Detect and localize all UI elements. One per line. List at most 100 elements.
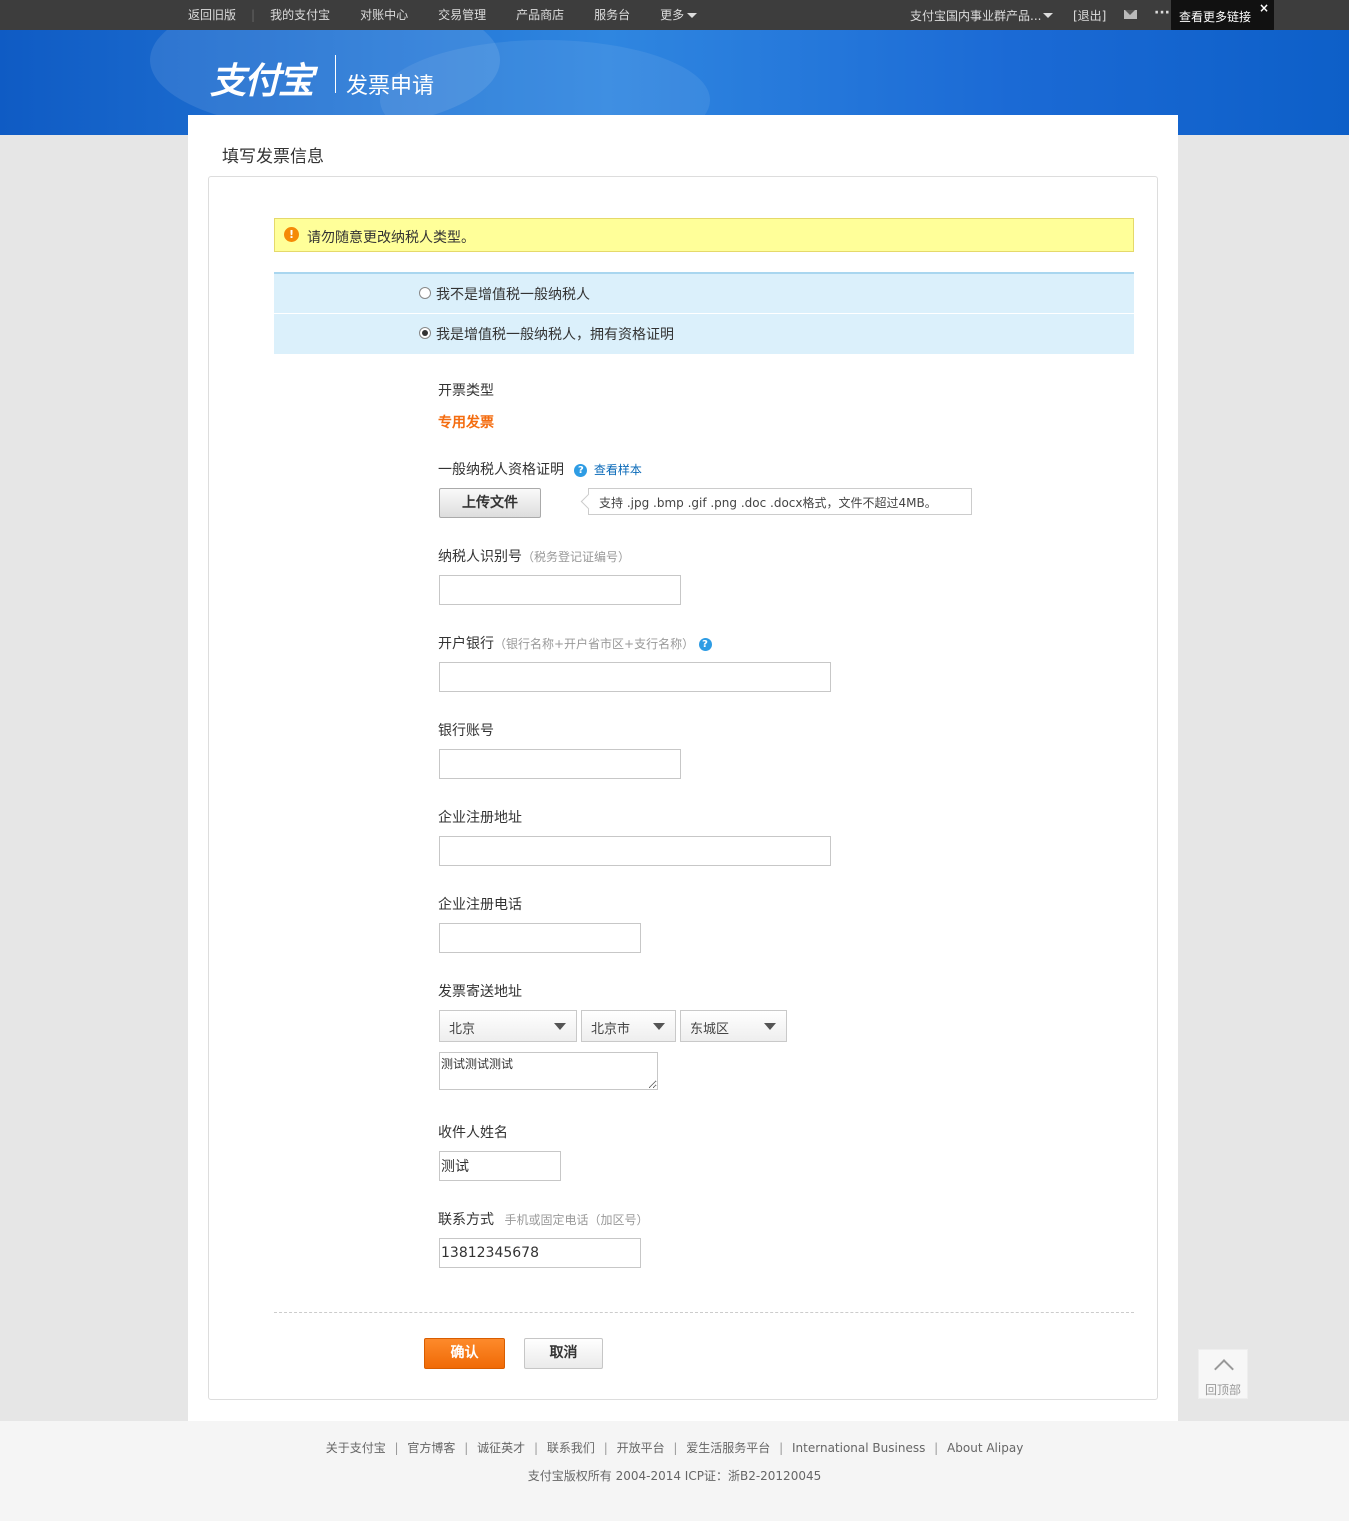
more-links-tooltip: 查看更多链接 × [1171, 0, 1274, 32]
taxpayer-id-hint: （税务登记证编号） [522, 550, 631, 564]
top-nav-bar: 返回旧版 | 我的支付宝 对账中心 交易管理 产品商店 服务台 更多 支付宝国内… [0, 0, 1349, 32]
nav-product-store[interactable]: 产品商店 [501, 0, 579, 30]
footer-link[interactable]: 联系我们 [547, 1441, 595, 1455]
nav-more[interactable]: 更多 [645, 0, 712, 30]
province-value: 北京 [449, 1022, 476, 1037]
district-select[interactable]: 东城区 [680, 1010, 787, 1042]
contact-hint: 手机或固定电话（加区号） [504, 1213, 649, 1227]
upload-tip-text: 支持 .jpg .bmp .gif .png .doc .docx格式，文件不超… [599, 496, 937, 510]
city-select[interactable]: 北京市 [581, 1010, 676, 1042]
alipay-logo[interactable]: 支付宝 [210, 52, 314, 104]
recipient-input[interactable] [439, 1151, 561, 1181]
account-input[interactable] [439, 749, 681, 779]
footer-links: 关于支付宝 | 官方博客 | 诚征英才 | 联系我们 | 开放平台 | 爱生活服… [0, 1439, 1349, 1456]
bank-input[interactable] [439, 662, 831, 692]
bank-label-row: 开户银行（银行名称+开户省市区+支行名称） ? [438, 633, 712, 653]
logout-link[interactable]: [退出] [1073, 0, 1106, 30]
nav-my-alipay[interactable]: 我的支付宝 [255, 0, 345, 30]
nav-old-version[interactable]: 返回旧版 [188, 0, 251, 30]
footer-divider: | [673, 1441, 678, 1455]
nav-transactions[interactable]: 交易管理 [423, 0, 501, 30]
top-nav: 返回旧版 | 我的支付宝 对账中心 交易管理 产品商店 服务台 更多 [188, 0, 712, 30]
dots-icon[interactable]: ··· [1154, 6, 1170, 20]
taxpayer-id-label-row: 纳税人识别号（税务登记证编号） [438, 546, 630, 566]
page-title: 填写发票信息 [222, 147, 324, 167]
contact-label: 联系方式 [438, 1212, 494, 1228]
footer-link[interactable]: 开放平台 [617, 1441, 665, 1455]
upload-file-button[interactable]: 上传文件 [439, 488, 541, 518]
footer-link[interactable]: About Alipay [947, 1441, 1023, 1455]
tooltip-text: 查看更多链接 [1179, 10, 1252, 24]
footer-divider: | [533, 1441, 539, 1455]
account-menu[interactable]: 支付宝国内事业群产品... [910, 0, 1054, 30]
footer-divider: | [934, 1441, 939, 1455]
footer-divider: | [603, 1441, 608, 1455]
footer-divider: | [779, 1441, 784, 1455]
mail-address-label: 发票寄送地址 [438, 984, 522, 1000]
reg-phone-input[interactable] [439, 923, 641, 953]
chevron-down-icon [653, 1023, 665, 1030]
bank-hint: （银行名称+开户省市区+支行名称） [494, 637, 695, 651]
chevron-down-icon [1043, 12, 1054, 18]
certificate-label: 一般纳税人资格证明 [438, 462, 564, 478]
footer-divider: | [464, 1441, 469, 1455]
account-label: 银行账号 [438, 723, 494, 739]
city-value: 北京市 [591, 1022, 631, 1037]
footer-link[interactable]: 爱生活服务平台 [686, 1441, 770, 1455]
logout-label[interactable]: [退出] [1073, 7, 1106, 24]
copyright: 支付宝版权所有 2004-2014 ICP证：浙B2-20120045 [527, 1469, 822, 1483]
radio-checked[interactable] [419, 327, 431, 339]
taxpayer-option-general-no[interactable]: 我不是增值税一般纳税人 [274, 274, 1134, 312]
chevron-up-icon [1214, 1359, 1234, 1379]
reg-phone-label: 企业注册电话 [438, 897, 522, 913]
warning-notice: ! 请勿随意更改纳税人类型。 [274, 218, 1134, 252]
mail-icon[interactable] [1124, 10, 1137, 19]
certificate-row: 一般纳税人资格证明 ? 查看样本 [438, 459, 642, 479]
account-name[interactable]: 支付宝国内事业群产品... [910, 7, 1041, 24]
close-icon[interactable]: × [1259, 1, 1269, 15]
chevron-down-icon [764, 1023, 776, 1030]
confirm-button[interactable]: 确认 [424, 1338, 505, 1369]
footer: 关于支付宝 | 官方博客 | 诚征英才 | 联系我们 | 开放平台 | 爱生活服… [0, 1421, 1349, 1521]
nav-reconciliation[interactable]: 对账中心 [345, 0, 423, 30]
address-detail-textarea[interactable]: 测试测试测试 [439, 1052, 658, 1090]
chevron-down-icon [554, 1023, 566, 1030]
recipient-label: 收件人姓名 [438, 1125, 508, 1141]
back-to-top-label: 回顶部 [1205, 1383, 1242, 1397]
help-icon[interactable]: ? [698, 637, 712, 651]
taxpayer-id-label: 纳税人识别号 [438, 549, 522, 565]
district-value: 东城区 [690, 1022, 730, 1037]
taxpayer-id-input[interactable] [439, 575, 681, 605]
main-card: 填写发票信息 ! 请勿随意更改纳税人类型。 我不是增值税一般纳税人 我是增值税一… [188, 115, 1178, 1421]
footer-divider: | [394, 1441, 399, 1455]
invoice-type-value: 专用发票 [438, 415, 494, 431]
contact-label-row: 联系方式 手机或固定电话（加区号） [438, 1209, 648, 1229]
radio-unchecked[interactable] [419, 287, 431, 299]
logo-divider [335, 55, 336, 93]
taxpayer-option-general-yes[interactable]: 我是增值税一般纳税人，拥有资格证明 [274, 313, 1134, 352]
warning-text: 请勿随意更改纳税人类型。 [307, 230, 475, 246]
view-sample-link[interactable]: 查看样本 [594, 463, 642, 477]
footer-link[interactable]: 官方博客 [407, 1441, 455, 1455]
app-title: 发票申请 [346, 74, 435, 99]
reg-address-input[interactable] [439, 836, 831, 866]
footer-link[interactable]: 关于支付宝 [326, 1441, 386, 1455]
taxpayer-type-group: 我不是增值税一般纳税人 我是增值税一般纳税人，拥有资格证明 [274, 272, 1134, 354]
province-select[interactable]: 北京 [439, 1010, 577, 1042]
invoice-type-label: 开票类型 [438, 383, 494, 399]
reg-address-label: 企业注册地址 [438, 810, 522, 826]
nav-service-desk[interactable]: 服务台 [579, 0, 645, 30]
warning-icon: ! [284, 227, 299, 242]
back-to-top-button[interactable]: 回顶部 [1198, 1349, 1248, 1399]
bank-label: 开户银行 [438, 636, 494, 652]
form-divider [274, 1312, 1134, 1313]
tip-arrow [580, 493, 597, 510]
cancel-button[interactable]: 取消 [524, 1338, 603, 1369]
help-icon[interactable]: ? [574, 463, 588, 477]
radio-label[interactable]: 我是增值税一般纳税人，拥有资格证明 [436, 324, 674, 344]
radio-label[interactable]: 我不是增值税一般纳税人 [436, 284, 590, 304]
footer-link[interactable]: 诚征英才 [477, 1441, 525, 1455]
upload-tip: 支持 .jpg .bmp .gif .png .doc .docx格式，文件不超… [580, 488, 972, 515]
footer-link[interactable]: International Business [792, 1441, 925, 1455]
contact-input[interactable] [439, 1238, 641, 1268]
